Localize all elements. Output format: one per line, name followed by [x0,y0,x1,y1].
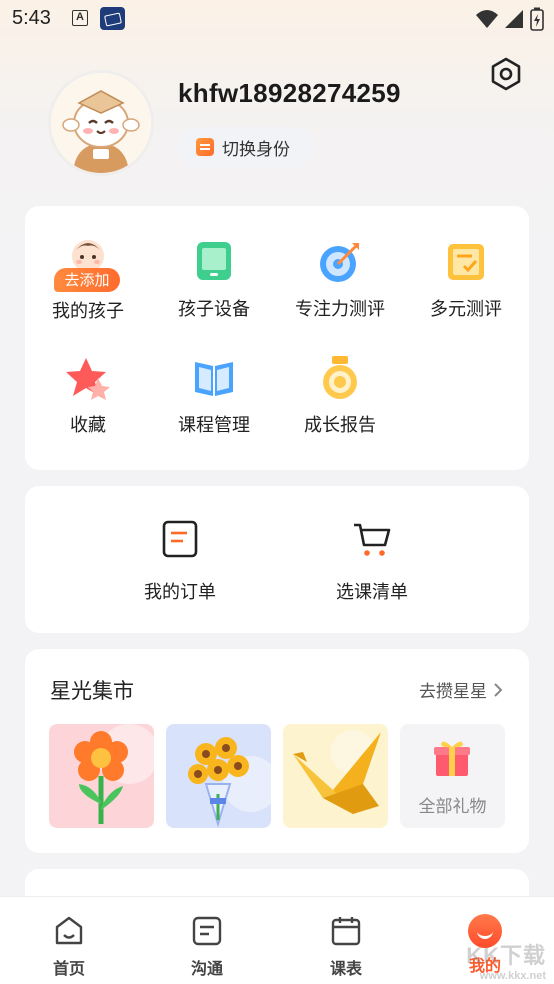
paper-crane-gift-icon [293,730,381,814]
tab-home[interactable]: 首页 [0,897,138,984]
signal-icon [505,10,523,28]
clipboard-icon [448,244,484,280]
home-icon [55,916,83,945]
medal-icon [323,356,357,399]
status-bar: 5:43 A [0,0,554,38]
collect-stars-label: 去攒星星 [419,682,487,702]
feature-growth-report[interactable]: 成长报告 [277,356,403,456]
app-notification-icon [100,7,125,30]
switch-identity-label: 切换身份 [222,139,290,160]
feature-course-management[interactable]: 课程管理 [151,356,277,456]
gift-flower[interactable] [49,724,154,828]
cart-icon [354,523,391,556]
gift-box-icon [434,741,470,776]
switch-identity-button[interactable]: 切换身份 [178,127,315,167]
flower-gift-icon [74,724,154,824]
watermark: KK下载 www.kkx.net [466,938,546,982]
watermark-sub: www.kkx.net [479,970,546,982]
orders-card: 我的订单 选课清单 [25,486,529,633]
battery-icon [530,7,544,31]
course-cart-button[interactable]: 选课清单 [297,520,447,604]
tab-communication[interactable]: 沟通 [138,897,276,984]
avatar[interactable] [48,70,154,176]
chat-icon [192,916,222,946]
gift-paper-crane[interactable] [283,724,388,828]
tab-label: 首页 [52,959,85,978]
collect-stars-link[interactable]: 去攒星星 [419,677,503,702]
all-gifts-button[interactable]: 全部礼物 [400,724,505,828]
book-icon [195,362,233,396]
feature-label: 收藏 [70,415,106,436]
feature-label: 孩子设备 [178,299,250,320]
settings-icon [491,57,521,91]
tab-schedule[interactable]: 课表 [277,897,415,984]
star-icon [66,358,110,400]
market-title: 星光集市 [50,679,134,703]
feature-label: 专注力测评 [295,299,385,320]
feature-label: 成长报告 [304,415,376,436]
settings-button[interactable] [488,56,524,92]
star-market-card: 星光集市 去攒星星 全部礼物 [25,649,529,853]
features-card: 去添加 我的孩子 孩子设备 专注力测评 多元测评 收藏 课程管理 成长报告 [25,206,529,470]
feature-label: 课程管理 [178,415,250,436]
feature-my-child[interactable]: 去添加 我的孩子 [25,236,151,336]
target-icon [320,243,359,282]
add-child-badge[interactable]: 去添加 [54,268,120,292]
tablet-icon [197,242,231,280]
switch-icon [196,138,214,156]
feature-multi-test[interactable]: 多元测评 [403,240,529,340]
bottom-tab-bar: 首页 沟通 课表 我的 KK下载 www.kkx.net [0,896,554,984]
system-icons [476,6,544,32]
watermark-main: KK下载 [466,943,546,968]
order-label: 我的订单 [144,582,216,603]
feature-child-device[interactable]: 孩子设备 [151,240,277,340]
order-icon [162,520,198,558]
feature-label: 我的孩子 [52,301,124,322]
bouquet-gift-icon [188,737,271,828]
status-time: 5:43 [12,7,51,29]
wifi-icon [476,10,498,28]
feature-favorites[interactable]: 收藏 [25,356,151,456]
username: khfw18928274259 [178,78,401,108]
mascot-avatar-icon [51,73,151,173]
tab-label: 课表 [329,959,362,978]
keyboard-notification-icon: A [72,10,88,26]
calendar-icon [331,917,361,946]
feature-focus-test[interactable]: 专注力测评 [277,240,403,340]
gift-bouquet[interactable] [166,724,271,828]
all-gifts-label: 全部礼物 [418,797,487,817]
chevron-right-icon [494,682,503,697]
my-orders-button[interactable]: 我的订单 [105,520,255,604]
cart-label: 选课清单 [336,582,408,603]
feature-label: 多元测评 [430,299,502,320]
tab-label: 沟通 [190,959,223,978]
